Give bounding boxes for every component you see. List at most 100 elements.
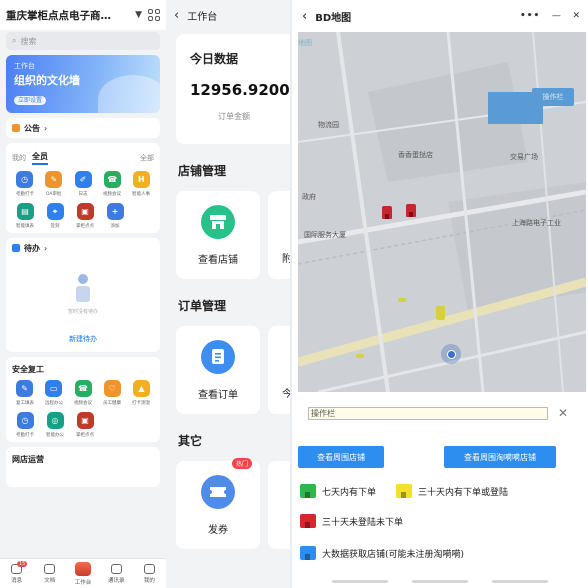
app-item[interactable]: ▣ 掌柜点点 [70, 203, 100, 229]
app-item[interactable]: ⌖ 签到 [40, 203, 70, 229]
tab-me[interactable]: 我的 [133, 559, 166, 588]
apps-row-3: ✎ 复工填表 ▭ 远程办公 ☎ 视频会议 ♡ 员工健康 ▲ 打卡测温 [6, 378, 160, 410]
close-icon[interactable]: ✕ [572, 11, 580, 21]
shop-icon-yellow [396, 484, 412, 498]
partial-tile[interactable]: 附 [268, 191, 290, 279]
map-tab[interactable]: 地图 [298, 38, 312, 48]
coupon-tile[interactable]: 热门 发券 [176, 458, 260, 549]
app-item[interactable]: ✐ 日志 [68, 171, 97, 197]
app-icon: ▣ [76, 203, 94, 220]
legend-text: 三十天未登陆未下单 [322, 517, 404, 528]
order-section-title: 订单管理 [178, 299, 227, 313]
map-roads [298, 32, 586, 392]
map-label: 国际服务大厦 [304, 231, 346, 239]
app-item[interactable]: + 添加 [100, 203, 130, 229]
legend-text: 三十天内有下单或登陆 [418, 487, 509, 498]
notice-card[interactable]: 公告 › [6, 118, 160, 138]
checkbox-icon [12, 244, 20, 252]
app-item[interactable]: ▣ 掌柜点点 [70, 412, 100, 438]
view-shop-tile[interactable]: 查看店铺 [176, 191, 260, 279]
tab-messages[interactable]: 15 消息 [0, 559, 33, 588]
app-item[interactable]: ◷ 考勤打卡 [10, 171, 39, 197]
shop-icon-red [300, 514, 316, 528]
view-order-tile[interactable]: 查看订单 [176, 326, 260, 414]
app-icon: ▲ [132, 380, 150, 397]
app-label: 打卡测温 [132, 400, 151, 406]
red-shop-marker[interactable] [406, 204, 416, 217]
new-todo-link[interactable]: 新建待办 [6, 330, 160, 352]
map-operate-button[interactable]: 操作栏 [532, 88, 574, 106]
current-location-icon[interactable] [441, 344, 461, 364]
legend-item-red: 三十天未登陆未下单 [300, 514, 403, 528]
safe-return-card: 安全复工 ✎ 复工填表 ▭ 远程办公 ☎ 视频会议 ♡ 员工健康 ▲ 打卡测温 ◷ 考勤打卡 ◎ 智能办… [6, 357, 160, 442]
back-arrow-icon[interactable]: ‹ [302, 9, 307, 24]
apps-more-link[interactable]: 全部 [140, 153, 154, 163]
apps-grid-icon[interactable] [148, 9, 160, 21]
tab-mine[interactable]: 我的 [12, 153, 26, 163]
app-label: OA审批 [46, 191, 62, 197]
search-input[interactable]: ⌕ 搜索 [6, 32, 160, 50]
app-item[interactable]: ▲ 打卡测温 [127, 380, 156, 406]
app-item[interactable]: ♡ 员工健康 [98, 380, 127, 406]
apps-card: 我的 全员 全部 ◷ 考勤打卡 ✎ OA审批 ✐ 日志 ☎ 视频会议 H 智能人事 ▤ 智能填表 ⌖ 签… [6, 143, 160, 233]
hot-badge: 热门 [231, 458, 252, 469]
app-icon: H [132, 171, 150, 188]
legend-item-blue: 大数据获取店铺(可能未注册淘嗬嗬) [300, 546, 464, 560]
red-shop-marker[interactable] [382, 206, 392, 219]
app-item[interactable]: ▭ 远程办公 [39, 380, 68, 406]
app-icon: ◎ [46, 412, 64, 429]
app-item[interactable]: H 智能人事 [127, 171, 156, 197]
today-title: 今日数据 [190, 52, 239, 66]
order-amount-value: 12956.9200000 [190, 81, 290, 99]
app-icon: ☎ [74, 380, 92, 397]
back-arrow-icon[interactable]: ‹ [174, 8, 179, 23]
chevron-right-icon: › [44, 123, 48, 133]
banner-setup-button[interactable]: 立即设置 [14, 96, 46, 105]
tab-workbench[interactable]: 工作台 [66, 559, 99, 588]
app-item[interactable]: ✎ OA审批 [39, 171, 68, 197]
map-label: 物流园 [318, 121, 339, 129]
nav-title: 工作台 [187, 11, 218, 23]
tab-contacts[interactable]: 通讯录 [100, 559, 133, 588]
app-label: 视频会议 [74, 400, 93, 406]
map-view[interactable]: 地图 操作栏 物流园 香香蛋挞店 交易广场 上海路电子工业 国际服务大厦 政府 [298, 32, 586, 392]
nav-bar: ‹ BD地图 ••• — ✕ [292, 0, 588, 32]
org-name[interactable]: 重庆掌柜点点电子商… [6, 8, 132, 23]
partial-tile[interactable] [268, 461, 290, 549]
yellow-road-sign [356, 354, 364, 358]
app-label: 员工健康 [103, 400, 122, 406]
close-icon[interactable]: ✕ [558, 406, 568, 420]
minimize-icon[interactable]: — [552, 11, 561, 21]
app-label: 智能填表 [15, 223, 34, 229]
view-nearby-tao-shops-button[interactable]: 查看周围淘嗬嗬店铺 [444, 446, 556, 468]
search-icon: ⌕ [12, 36, 17, 45]
app-item[interactable]: ☎ 视频会议 [98, 171, 127, 197]
tab-all-staff[interactable]: 全员 [32, 151, 48, 165]
app-icon: ◷ [16, 412, 34, 429]
today-data-card: 今日数据 12956.9200000 订单金额 [176, 34, 290, 144]
chevron-down-icon[interactable]: ▼ [135, 10, 142, 20]
app-item[interactable]: ◷ 考勤打卡 [10, 412, 40, 438]
app-label: 考勤打卡 [15, 191, 34, 197]
view-nearby-shops-button[interactable]: 查看周围店铺 [298, 446, 384, 468]
legend-text: 大数据获取店铺(可能未注册淘嗬嗬) [322, 549, 465, 560]
coupon-icon [201, 474, 235, 509]
partial-tile[interactable]: 今 [268, 326, 290, 414]
bd-map-screen: ‹ BD地图 ••• — ✕ 地图 操作栏 物流园 香香蛋挞店 交易广场 上海路… [292, 0, 588, 588]
app-icon: ✎ [16, 380, 34, 397]
yellow-road-sign [398, 298, 406, 302]
yellow-shop-marker[interactable] [436, 306, 445, 320]
culture-wall-banner[interactable]: 工作台 组织的文化墙 立即设置 [6, 55, 160, 113]
app-label: 考勤打卡 [15, 432, 34, 438]
app-item[interactable]: ✎ 复工填表 [10, 380, 39, 406]
more-icon[interactable]: ••• [520, 11, 540, 21]
home-indicator [332, 580, 388, 583]
app-item[interactable]: ▤ 智能填表 [10, 203, 40, 229]
operate-input[interactable] [308, 406, 548, 420]
banner-caption: 工作台 [14, 62, 35, 70]
tab-label: 我的 [143, 577, 155, 584]
operate-input-row: ✕ [308, 406, 574, 420]
app-item[interactable]: ◎ 智能办公 [40, 412, 70, 438]
tab-docs[interactable]: 文档 [33, 559, 66, 588]
app-item[interactable]: ☎ 视频会议 [68, 380, 97, 406]
